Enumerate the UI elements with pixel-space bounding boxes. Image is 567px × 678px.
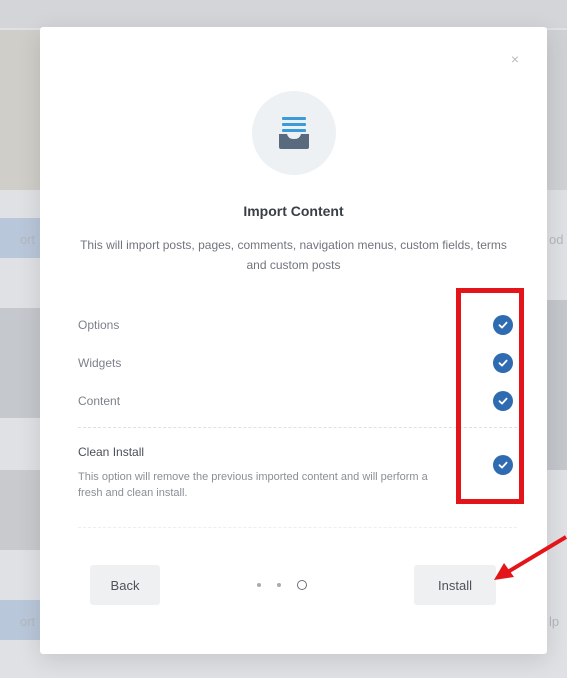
bg-header xyxy=(0,0,567,28)
option-row-widgets: Widgets xyxy=(78,344,517,382)
step-dot xyxy=(277,583,281,587)
install-button[interactable]: Install xyxy=(414,565,496,605)
bg-thumbnail-left xyxy=(0,30,40,190)
section-divider-2 xyxy=(78,527,517,528)
clean-install-option: Clean Install This option will remove th… xyxy=(78,437,517,501)
annotation-arrow-icon xyxy=(494,535,567,580)
bg-text-right-2: lp xyxy=(549,614,560,629)
close-button[interactable]: × xyxy=(507,51,523,67)
bg-thumbnail-right xyxy=(547,30,567,190)
import-options-list: Options Widgets Content xyxy=(78,306,517,420)
option-row-options: Options xyxy=(78,306,517,344)
option-row-content: Content xyxy=(78,382,517,420)
step-dot-active xyxy=(297,580,307,590)
clean-install-description: This option will remove the previous imp… xyxy=(78,471,428,499)
step-dot xyxy=(257,583,261,587)
bg-text-right: od xyxy=(549,232,564,247)
option-label: Options xyxy=(78,318,120,332)
clean-install-title: Clean Install xyxy=(78,445,145,459)
modal-title: Import Content xyxy=(243,203,344,219)
bg-thumbnail-left-3 xyxy=(0,470,40,550)
bg-text-left-2: ort xyxy=(20,614,36,629)
bg-text-left: ort xyxy=(20,232,36,247)
bg-thumbnail-left-2 xyxy=(0,308,40,418)
bg-thumbnail-right-2 xyxy=(547,300,567,470)
option-label: Widgets xyxy=(78,356,122,370)
inbox-stack-icon xyxy=(252,91,336,175)
section-divider xyxy=(78,427,517,428)
option-label: Content xyxy=(78,394,121,408)
annotation-highlight-box xyxy=(456,288,524,504)
back-button[interactable]: Back xyxy=(90,565,160,605)
modal-subtitle: This will import posts, pages, comments,… xyxy=(80,238,507,272)
step-indicator xyxy=(257,580,307,590)
